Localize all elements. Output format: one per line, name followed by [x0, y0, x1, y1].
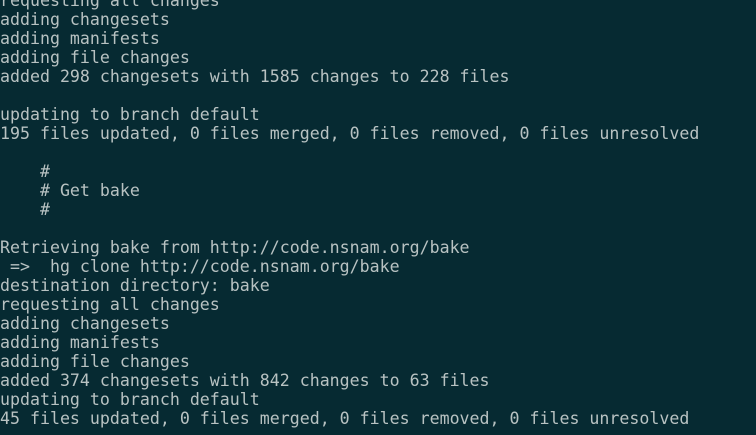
terminal-line: 195 files updated, 0 files merged, 0 fil… [0, 124, 700, 143]
terminal-line: adding file changes [0, 352, 190, 371]
terminal-line: 45 files updated, 0 files merged, 0 file… [0, 409, 690, 428]
terminal-line: adding changesets [0, 10, 170, 29]
terminal-line: adding file changes [0, 48, 190, 67]
terminal-line: adding manifests [0, 29, 160, 48]
terminal-line: updating to branch default [0, 390, 260, 409]
terminal-line: added 298 changesets with 1585 changes t… [0, 67, 510, 86]
terminal-line: updating to branch default [0, 105, 260, 124]
terminal-line: Retrieving bake from http://code.nsnam.o… [0, 238, 470, 257]
terminal-line: destination directory: bake [0, 276, 270, 295]
terminal-line: # [0, 162, 50, 181]
terminal-line: # [0, 200, 50, 219]
terminal-line: adding manifests [0, 333, 160, 352]
terminal-line: adding changesets [0, 314, 170, 333]
terminal-line: # Get bake [0, 181, 140, 200]
terminal-line: requesting all changes [0, 295, 220, 314]
terminal-line: requesting all changes [0, 0, 220, 10]
terminal-output[interactable]: requesting all changes adding changesets… [0, 0, 756, 435]
terminal-line: => hg clone http://code.nsnam.org/bake [0, 257, 400, 276]
terminal-line: added 374 changesets with 842 changes to… [0, 371, 490, 390]
